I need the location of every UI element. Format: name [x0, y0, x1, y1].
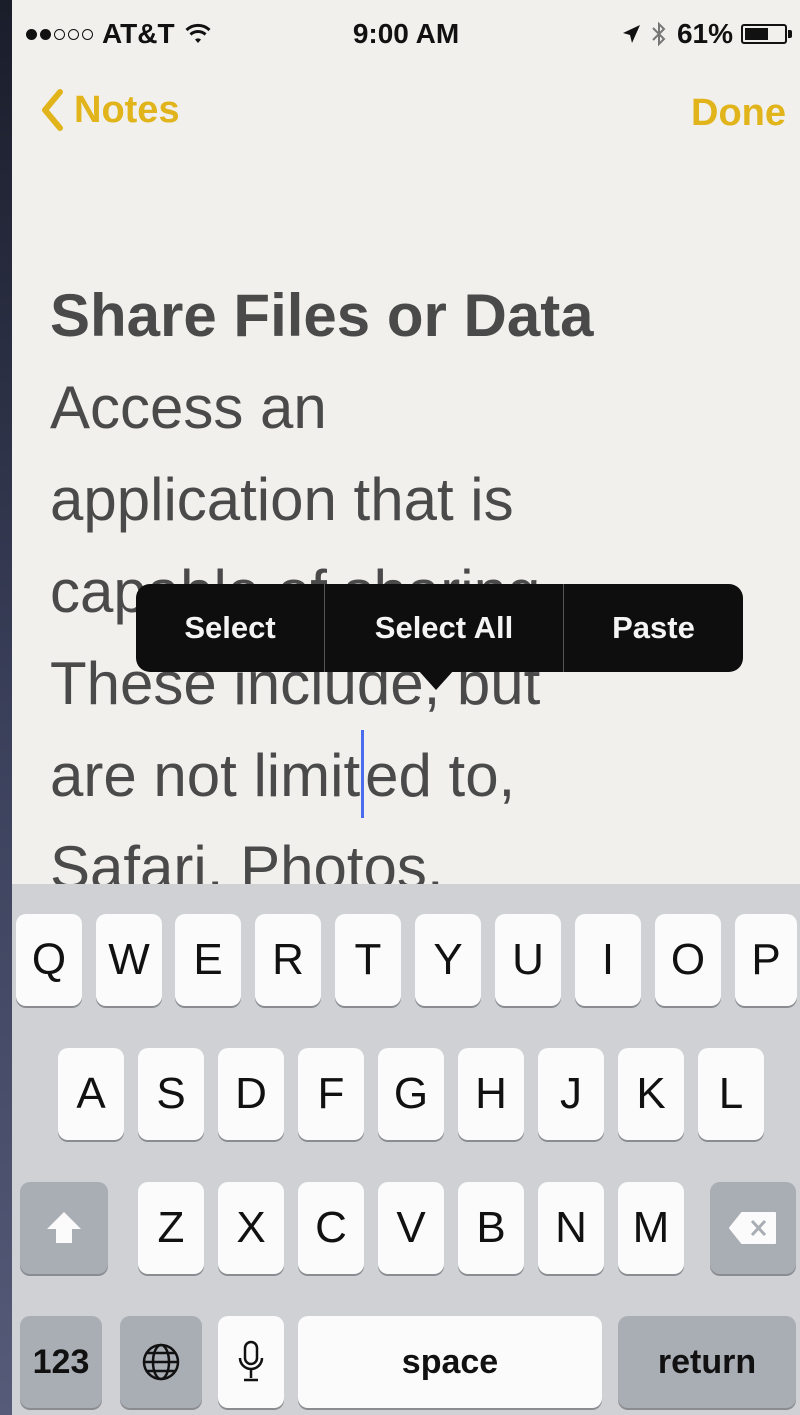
key-p[interactable]: P [735, 914, 797, 1006]
select-all-menu-item[interactable]: Select All [325, 584, 563, 672]
key-n[interactable]: N [538, 1182, 604, 1274]
battery-fill [745, 28, 768, 40]
key-c[interactable]: C [298, 1182, 364, 1274]
key-v[interactable]: V [378, 1182, 444, 1274]
microphone-icon [238, 1340, 264, 1382]
key-i[interactable]: I [575, 914, 641, 1006]
shift-icon [47, 1212, 81, 1243]
status-right: 61% [621, 18, 792, 50]
shift-key[interactable] [20, 1182, 108, 1274]
key-d[interactable]: D [218, 1048, 284, 1140]
key-e[interactable]: E [175, 914, 241, 1006]
edit-menu-pointer [418, 670, 454, 690]
key-y[interactable]: Y [415, 914, 481, 1006]
note-line-with-cursor: are not limited to, [50, 730, 790, 822]
numbers-key[interactable]: 123 [20, 1316, 102, 1408]
key-b[interactable]: B [458, 1182, 524, 1274]
key-m[interactable]: M [618, 1182, 684, 1274]
select-menu-item[interactable]: Select [136, 584, 324, 672]
back-button[interactable]: Notes [40, 88, 180, 132]
key-s[interactable]: S [138, 1048, 204, 1140]
battery-icon [741, 24, 787, 44]
battery-tip [788, 30, 792, 38]
key-k[interactable]: K [618, 1048, 684, 1140]
back-button-label: Notes [74, 88, 180, 131]
key-o[interactable]: O [655, 914, 721, 1006]
key-u[interactable]: U [495, 914, 561, 1006]
status-bar: AT&T 9:00 AM 61% [12, 0, 800, 70]
paste-menu-item[interactable]: Paste [564, 584, 743, 672]
chevron-left-icon [42, 89, 63, 131]
key-g[interactable]: G [378, 1048, 444, 1140]
note-line: Access an [50, 374, 327, 441]
key-j[interactable]: J [538, 1048, 604, 1140]
dictation-key[interactable] [218, 1316, 284, 1408]
globe-key[interactable] [120, 1316, 202, 1408]
notes-screen: AT&T 9:00 AM 61% Notes Done Share Files … [12, 0, 800, 1415]
device-frame [0, 0, 12, 1415]
backspace-key[interactable] [710, 1182, 796, 1274]
note-line: application that is [50, 466, 514, 533]
key-r[interactable]: R [255, 914, 321, 1006]
bluetooth-icon [652, 21, 666, 47]
text-cursor [361, 730, 365, 818]
key-f[interactable]: F [298, 1048, 364, 1140]
key-z[interactable]: Z [138, 1182, 204, 1274]
key-q[interactable]: Q [16, 914, 82, 1006]
key-a[interactable]: A [58, 1048, 124, 1140]
key-t[interactable]: T [335, 914, 401, 1006]
edit-menu: Select Select All Paste [136, 584, 743, 672]
note-text-before-cursor: are not limit [50, 742, 361, 809]
return-key[interactable]: return [618, 1316, 796, 1408]
note-text-after-cursor: ed to, [365, 742, 516, 809]
key-x[interactable]: X [218, 1182, 284, 1274]
battery-percent: 61% [676, 18, 733, 49]
backspace-icon [729, 1212, 776, 1244]
globe-icon [142, 1343, 180, 1381]
location-arrow-icon [622, 25, 640, 43]
key-h[interactable]: H [458, 1048, 524, 1140]
keyboard: Q W E R T Y U I O P A S D F G H J K L Z … [12, 884, 800, 1415]
key-w[interactable]: W [96, 914, 162, 1006]
key-l[interactable]: L [698, 1048, 764, 1140]
done-button[interactable]: Done [691, 92, 786, 135]
space-key[interactable]: space [298, 1316, 602, 1408]
note-title: Share Files or Data [50, 282, 594, 349]
